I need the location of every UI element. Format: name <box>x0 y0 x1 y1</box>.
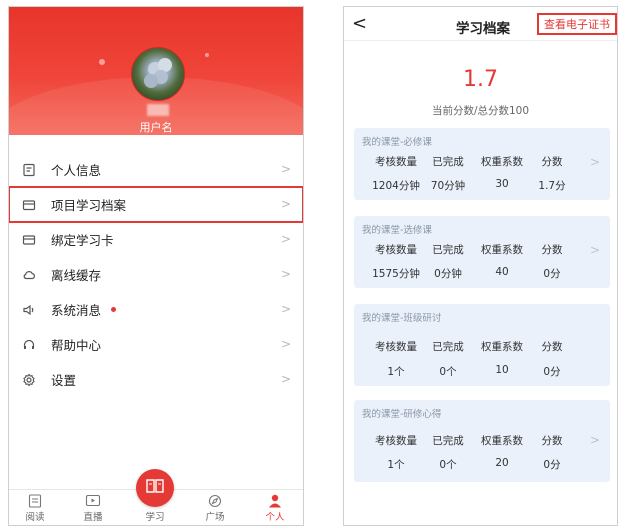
col-header: 考核数量 <box>375 341 417 353</box>
menu-item-study-archive[interactable]: 项目学习档案 > <box>9 186 303 223</box>
chevron-right-icon: > <box>280 372 291 386</box>
col-header: 分数 <box>541 244 563 256</box>
header-dot <box>205 53 209 57</box>
card-icon <box>21 232 37 248</box>
view-certificate-button[interactable]: 查看电子证书 <box>537 13 617 35</box>
col-header: 已完成 <box>432 244 464 256</box>
tab-live[interactable]: 直播 <box>73 494 113 523</box>
card-title: 我的课堂-研修心得 <box>362 409 442 420</box>
col-header: 已完成 <box>432 341 464 353</box>
chevron-right-icon: > <box>589 155 600 169</box>
page-title: 学习档案 <box>456 21 510 37</box>
folder-icon <box>21 197 37 213</box>
nav-bar: < 学习档案 查看电子证书 <box>344 7 617 41</box>
speaker-icon <box>21 302 37 318</box>
value-score: 0分 <box>543 268 561 280</box>
value-total: 1575分钟 <box>372 268 420 280</box>
course-card[interactable]: 我的课堂-必修课 考核数量 已完成 权重系数 分数 1204分钟 70分钟 30… <box>354 128 610 200</box>
value-total: 1204分钟 <box>372 180 420 192</box>
menu-item-label: 离线缓存 <box>51 268 102 283</box>
tab-reading[interactable]: 阅读 <box>15 494 55 523</box>
tab-label: 个人 <box>265 512 285 523</box>
person-icon <box>267 494 283 508</box>
archive-screen: < 学习档案 查看电子证书 1.7 当前分数/总分数100 我的课堂-必修课 考… <box>343 6 618 526</box>
tab-label: 学习 <box>145 512 165 523</box>
menu-item-bind-card[interactable]: 绑定学习卡 > <box>9 222 303 257</box>
play-icon <box>85 494 101 508</box>
course-card[interactable]: 我的课堂-班级研讨 考核数量 已完成 权重系数 分数 1个 0个 10 0分 <box>354 304 610 386</box>
menu-item-help-center[interactable]: 帮助中心 > <box>9 327 303 362</box>
tab-square[interactable]: 广场 <box>195 494 235 523</box>
value-score: 1.7分 <box>538 180 566 192</box>
value-total: 1个 <box>387 459 405 471</box>
chevron-right-icon: > <box>280 267 291 281</box>
chevron-right-icon: > <box>280 232 291 246</box>
unread-badge <box>111 307 117 312</box>
tab-study[interactable]: 学习 <box>135 509 175 523</box>
value-total: 1个 <box>387 366 405 378</box>
tab-label: 直播 <box>83 512 103 523</box>
avatar[interactable] <box>131 47 185 101</box>
value-done: 0个 <box>439 366 457 378</box>
course-card[interactable]: 我的课堂-选修课 考核数量 已完成 权重系数 分数 1575分钟 0分钟 40 … <box>354 216 610 288</box>
menu-item-settings[interactable]: 设置 > <box>9 362 303 397</box>
document-icon <box>21 162 37 178</box>
compass-icon <box>207 494 223 508</box>
chevron-right-icon: > <box>280 302 291 316</box>
header-dot <box>99 59 105 65</box>
card-title: 我的课堂-选修课 <box>362 225 432 236</box>
profile-screen: 用户名 个人信息 > 项目学习档案 > 绑定学习卡 > 离线缓存 > 系统消息 … <box>8 6 304 526</box>
menu-item-offline-cache[interactable]: 离线缓存 > <box>9 257 303 292</box>
bottom-tab-bar: 阅读 直播 学习 广场 个人 <box>9 469 303 525</box>
menu-item-label: 项目学习档案 <box>51 198 127 213</box>
chevron-right-icon: > <box>280 162 291 176</box>
col-header: 考核数量 <box>375 244 417 256</box>
score-caption: 当前分数/总分数100 <box>431 105 530 117</box>
course-card[interactable]: 我的课堂-研修心得 考核数量 已完成 权重系数 分数 1个 0个 20 0分 > <box>354 400 610 482</box>
chevron-right-icon: > <box>589 433 600 447</box>
col-header: 分数 <box>541 435 563 447</box>
col-header: 已完成 <box>432 156 464 168</box>
gear-icon <box>21 372 37 388</box>
book-icon <box>27 494 43 508</box>
current-score: 1.7 <box>463 67 498 92</box>
username: 用户名 <box>139 121 173 134</box>
col-header: 考核数量 <box>375 156 417 168</box>
card-title: 我的课堂-必修课 <box>362 137 432 148</box>
cloud-icon <box>21 267 37 283</box>
col-header: 已完成 <box>432 435 464 447</box>
tab-profile[interactable]: 个人 <box>255 494 295 523</box>
menu-item-system-messages[interactable]: 系统消息 > <box>9 292 303 327</box>
menu-item-label: 系统消息 <box>51 303 102 318</box>
profile-menu: 个人信息 > 项目学习档案 > 绑定学习卡 > 离线缓存 > 系统消息 > 帮助… <box>9 152 303 397</box>
chevron-right-icon: > <box>589 243 600 257</box>
profile-header: 用户名 <box>9 7 303 135</box>
menu-item-personal-info[interactable]: 个人信息 > <box>9 152 303 187</box>
study-center-button[interactable] <box>136 469 174 507</box>
col-header: 考核数量 <box>375 435 417 447</box>
value-score: 0分 <box>543 366 561 378</box>
chevron-right-icon: > <box>280 197 291 211</box>
card-title: 我的课堂-班级研讨 <box>362 313 442 324</box>
col-header: 分数 <box>541 341 563 353</box>
tab-label: 阅读 <box>25 512 45 523</box>
col-header: 分数 <box>541 156 563 168</box>
menu-item-label: 绑定学习卡 <box>51 233 114 248</box>
tab-label: 广场 <box>205 512 225 523</box>
chevron-right-icon: > <box>280 337 291 351</box>
value-done: 70分钟 <box>430 180 466 192</box>
value-done: 0个 <box>439 459 457 471</box>
menu-item-label: 设置 <box>51 373 77 388</box>
value-score: 0分 <box>543 459 561 471</box>
back-icon[interactable]: < <box>352 13 367 34</box>
headset-icon <box>21 337 37 353</box>
menu-item-label: 个人信息 <box>51 163 102 178</box>
blurred-name <box>147 104 169 116</box>
open-book-icon <box>145 478 165 498</box>
value-done: 0分钟 <box>434 268 462 280</box>
menu-item-label: 帮助中心 <box>51 338 102 353</box>
